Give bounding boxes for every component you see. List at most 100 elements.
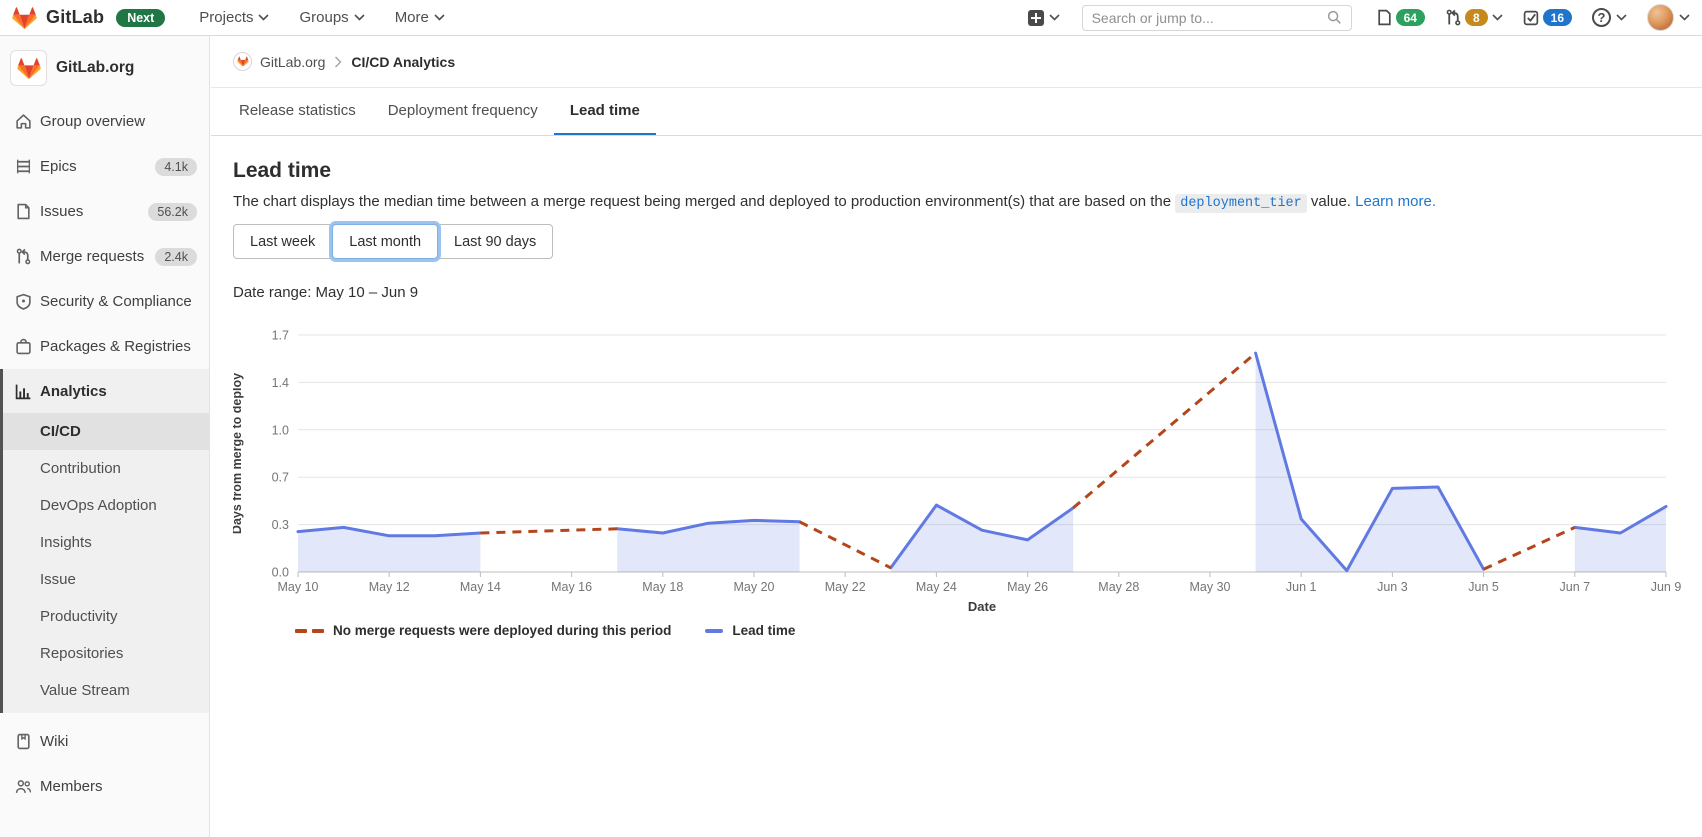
mr-count-badge: 8	[1464, 9, 1488, 26]
svg-text:May 12: May 12	[369, 580, 410, 594]
issues-counter[interactable]: 64	[1376, 9, 1425, 26]
global-search[interactable]	[1081, 4, 1352, 31]
sidebar-subitem-insights[interactable]: Insights	[0, 524, 209, 561]
last-week-button[interactable]: Last week	[233, 224, 333, 259]
date-range-button-group: Last week Last month Last 90 days	[233, 224, 554, 259]
chevron-down-icon	[1049, 14, 1060, 21]
next-badge: Next	[116, 8, 166, 27]
svg-text:May 30: May 30	[1190, 580, 1231, 594]
svg-text:1.4: 1.4	[272, 376, 289, 390]
sidebar-item-merge-requests[interactable]: Merge requests 2.4k	[0, 234, 209, 279]
sidebar-subitem-cicd[interactable]: CI/CD	[0, 413, 209, 450]
sidebar-item-members[interactable]: Members	[0, 764, 209, 809]
last-month-button[interactable]: Last month	[332, 224, 439, 259]
sidebar-item-wiki[interactable]: Wiki	[0, 719, 209, 764]
tab-lead-time[interactable]: Lead time	[553, 88, 656, 135]
learn-more-link[interactable]: Learn more.	[1355, 193, 1436, 210]
home-icon	[16, 114, 31, 129]
sidebar-item-packages-registries[interactable]: Packages & Registries	[0, 324, 209, 369]
merge-requests-counter[interactable]: 8	[1445, 9, 1503, 26]
new-item-menu[interactable]	[1027, 9, 1060, 26]
svg-text:Jun 7: Jun 7	[1560, 580, 1591, 594]
sidebar-item-group-overview[interactable]: Group overview	[0, 99, 209, 144]
legend-item-lead-time[interactable]: Lead time	[705, 623, 795, 638]
legend-item-no-deploys[interactable]: No merge requests were deployed during t…	[295, 623, 671, 638]
sidebar-subitem-issue[interactable]: Issue	[0, 561, 209, 598]
menu-more[interactable]: More	[395, 9, 445, 26]
menu-projects[interactable]: Projects	[199, 9, 270, 26]
group-avatar	[10, 50, 47, 86]
lead-time-panel: Lead time The chart displays the median …	[211, 159, 1702, 638]
brand-wordmark: GitLab	[46, 7, 105, 27]
issues-icon	[1377, 9, 1391, 26]
chart-icon	[15, 384, 31, 399]
svg-text:May 20: May 20	[734, 580, 775, 594]
mr-count-badge: 2.4k	[155, 247, 197, 266]
sidebar-item-epics[interactable]: Epics 4.1k	[0, 144, 209, 189]
svg-text:May 10: May 10	[278, 580, 319, 594]
deployment-tier-code: deployment_tier	[1175, 194, 1307, 213]
svg-text:Jun 3: Jun 3	[1377, 580, 1408, 594]
breadcrumb-current-page: CI/CD Analytics	[351, 53, 456, 70]
main-content: GitLab.org CI/CD Analytics Release stati…	[211, 36, 1702, 837]
breadcrumb: GitLab.org CI/CD Analytics	[211, 36, 1702, 88]
chart-legend: No merge requests were deployed during t…	[295, 623, 1680, 638]
svg-text:0.3: 0.3	[272, 518, 289, 532]
svg-text:Jun 9: Jun 9	[1651, 580, 1682, 594]
chevron-down-icon	[354, 14, 365, 21]
left-sidebar: GitLab.org Group overview Epics 4.1k Iss…	[0, 36, 210, 837]
top-navbar: GitLab Next Projects Groups More Search …	[0, 0, 1702, 36]
chevron-down-icon	[258, 14, 270, 21]
gitlab-home-link[interactable]: GitLab	[12, 6, 104, 30]
svg-text:May 24: May 24	[916, 580, 957, 594]
svg-text:May 16: May 16	[551, 580, 592, 594]
search-input[interactable]	[1091, 9, 1327, 26]
todo-check-icon	[1523, 10, 1538, 26]
svg-text:1.7: 1.7	[272, 329, 289, 343]
members-icon	[15, 780, 32, 793]
epics-count-badge: 4.1k	[155, 157, 197, 176]
sidebar-subitem-contribution[interactable]: Contribution	[0, 450, 209, 487]
epic-icon	[16, 159, 31, 174]
lead-time-chart: 0.0 0.3 0.7 1.0 1.4 1.7 May 10 May 12 May 14 May …	[230, 308, 1681, 639]
svg-text:Days from merge to deploy: Days from merge to deploy	[233, 373, 244, 534]
chevron-down-icon	[1492, 14, 1503, 21]
help-menu[interactable]: ?	[1592, 8, 1627, 27]
lead-time-chart-svg: 0.0 0.3 0.7 1.0 1.4 1.7 May 10 May 12 May 14 May …	[230, 329, 1682, 615]
todos-counter[interactable]: 16	[1523, 9, 1572, 26]
last-90-days-button[interactable]: Last 90 days	[438, 224, 554, 259]
sidebar-subitem-productivity[interactable]: Productivity	[0, 598, 209, 635]
sidebar-item-issues[interactable]: Issues 56.2k	[0, 189, 209, 234]
tab-deployment-frequency[interactable]: Deployment frequency	[372, 88, 554, 135]
merge-request-icon	[16, 248, 31, 265]
svg-text:1.0: 1.0	[272, 423, 289, 437]
breadcrumb-group-link[interactable]: GitLab.org	[260, 54, 325, 70]
page-title: Lead time	[233, 159, 332, 182]
svg-text:May 14: May 14	[460, 580, 501, 594]
search-icon	[1327, 10, 1341, 24]
issues-icon	[17, 203, 30, 220]
sidebar-item-analytics[interactable]: Analytics	[0, 369, 209, 413]
shield-icon	[16, 293, 31, 310]
sidebar-item-security-compliance[interactable]: Security & Compliance	[0, 279, 209, 324]
svg-text:May 28: May 28	[1098, 580, 1139, 594]
wiki-icon	[17, 733, 30, 750]
issues-count-badge: 64	[1395, 9, 1425, 26]
user-menu[interactable]	[1647, 4, 1690, 31]
sidebar-subitem-repositories[interactable]: Repositories	[0, 635, 209, 672]
menu-groups[interactable]: Groups	[299, 9, 365, 26]
date-range-label: Date range: May 10 – Jun 9	[233, 284, 419, 301]
navbar-right: 64 8 16 ?	[1027, 4, 1690, 31]
plus-icon	[1027, 9, 1044, 26]
help-icon: ?	[1592, 8, 1611, 27]
sidebar-group-header[interactable]: GitLab.org	[0, 36, 209, 99]
sidebar-subitem-value-stream[interactable]: Value Stream	[0, 672, 209, 709]
tab-release-statistics[interactable]: Release statistics	[223, 88, 372, 135]
merge-request-icon	[1446, 9, 1461, 26]
svg-text:Jun 1: Jun 1	[1286, 580, 1317, 594]
sidebar-subitem-devops-adoption[interactable]: DevOps Adoption	[0, 487, 209, 524]
user-avatar	[1647, 4, 1674, 31]
svg-text:Jun 5: Jun 5	[1468, 580, 1499, 594]
chevron-down-icon	[434, 14, 445, 21]
gitlab-group-logo-icon	[236, 56, 249, 67]
